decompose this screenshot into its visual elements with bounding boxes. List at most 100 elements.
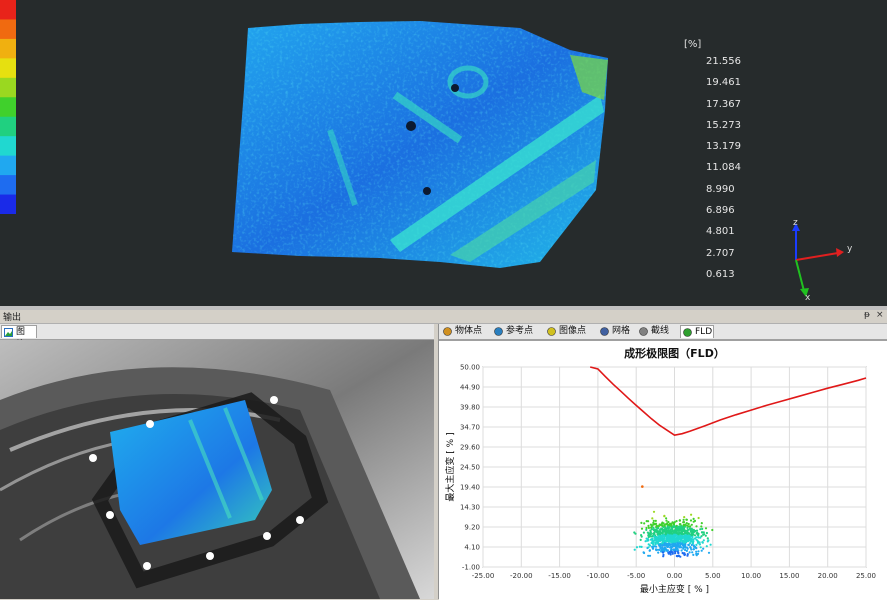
y-tick-label: 44.90 <box>460 384 480 392</box>
fld-chart: 成形极限图（FLD） -25.00 -20.00 -15.00 -10.00 -5.00 0… <box>439 340 887 600</box>
strain-point <box>666 530 669 533</box>
strain-point <box>647 526 650 529</box>
strain-point <box>670 548 673 551</box>
strain-point <box>695 536 698 539</box>
x-tick-label: 25.00 <box>856 572 876 580</box>
3d-viewport[interactable]: [%] 21.556 19.461 17.367 15.273 13.179 11.084… <box>0 0 887 306</box>
strain-point <box>705 545 708 548</box>
strain-point <box>643 551 646 555</box>
legend-value: 15.273 <box>706 119 741 131</box>
legend-swatch <box>0 58 16 79</box>
strain-point <box>699 546 702 549</box>
strain-point <box>687 543 690 546</box>
strain-point <box>679 536 682 539</box>
strain-point <box>670 528 673 531</box>
strain-point-outlier <box>641 485 644 488</box>
picture-panel: 图片 <box>0 324 434 599</box>
strain-point <box>669 553 672 556</box>
strain-point <box>682 546 685 549</box>
strain-point <box>699 536 702 539</box>
strain-point <box>647 520 650 523</box>
output-panel-title: 输出 <box>3 313 22 323</box>
strain-point <box>652 543 655 546</box>
y-tick-label: 24.50 <box>460 464 480 472</box>
y-tick-label: 50.00 <box>460 364 480 372</box>
chart-panel: 物体点 参考点 图像点 网格 截线 FLD 成形极限图（FLD） -25.00 -20.00 -… <box>438 324 887 600</box>
strain-point <box>679 534 683 537</box>
tab-reference-points[interactable]: 参考点 <box>492 325 544 338</box>
strain-point <box>665 519 668 522</box>
x-tick-label: -20.00 <box>510 572 533 580</box>
strain-point <box>664 547 667 550</box>
strain-point <box>654 523 657 526</box>
strain-point <box>682 518 685 521</box>
reference-points-icon <box>494 327 503 336</box>
strain-point <box>680 542 684 546</box>
strain-point <box>706 540 709 543</box>
chart-icon <box>683 328 692 337</box>
legend-swatch <box>0 136 16 157</box>
strain-point <box>682 541 686 544</box>
strain-point <box>642 531 645 534</box>
object-points-icon <box>443 327 452 336</box>
strain-point <box>634 532 637 535</box>
strain-point <box>695 550 698 553</box>
strain-point <box>673 525 676 528</box>
strain-point <box>686 526 689 529</box>
tab-section-line[interactable]: 截线 <box>637 325 679 338</box>
strain-point <box>692 553 695 556</box>
strain-point <box>652 547 655 550</box>
strain-point <box>686 524 689 527</box>
strain-point <box>690 513 693 516</box>
strain-point <box>682 552 685 555</box>
strain-point <box>711 528 714 532</box>
strain-point <box>682 521 686 524</box>
strain-point <box>674 540 677 543</box>
tab-picture[interactable]: 图片 <box>1 325 37 350</box>
strain-point <box>647 554 650 557</box>
strain-point <box>664 533 667 536</box>
strain-point <box>662 547 665 550</box>
strain-point <box>709 543 712 546</box>
legend-value: 8.990 <box>706 183 735 195</box>
strain-point <box>702 539 705 542</box>
strain-point <box>647 546 650 549</box>
strain-point <box>689 546 692 549</box>
strain-point <box>650 524 653 527</box>
grid-icon <box>600 327 609 336</box>
legend-value: 21.556 <box>706 56 741 67</box>
strain-point <box>684 544 687 548</box>
x-tick-label: -10.00 <box>587 572 610 580</box>
tab-label: FLD <box>695 327 713 337</box>
picture-tabstrip: 图片 <box>0 324 434 350</box>
strain-point <box>656 531 659 534</box>
tab-chart[interactable]: FLD <box>680 325 714 338</box>
strain-point <box>674 529 677 532</box>
legend-swatch <box>0 97 16 118</box>
tab-object-points[interactable]: 物体点 <box>441 325 491 338</box>
tab-grid[interactable]: 网格 <box>598 325 636 338</box>
tab-image-points[interactable]: 图像点 <box>545 325 597 338</box>
strain-point <box>665 539 668 543</box>
strain-point <box>695 529 699 532</box>
y-tick-label: -1.00 <box>462 564 480 572</box>
strain-point <box>680 539 683 542</box>
strain-point <box>679 523 682 526</box>
chart-tabstrip: 物体点 参考点 图像点 网格 截线 FLD <box>439 324 887 340</box>
strain-point <box>689 530 692 533</box>
strain-point <box>695 543 698 546</box>
strain-point <box>702 533 705 536</box>
strain-point <box>680 525 684 528</box>
y-axis-label: 最大主应变 [ % ] <box>444 432 456 501</box>
legend-swatch <box>0 194 16 214</box>
strain-point <box>654 541 657 544</box>
strain-point <box>660 534 663 537</box>
camera-photo <box>0 340 434 599</box>
strain-point <box>644 540 647 543</box>
legend-value: 4.801 <box>706 226 735 238</box>
pin-icon[interactable]: ᵽ <box>864 310 870 320</box>
strain-point <box>653 535 656 538</box>
legend-value: 0.613 <box>706 268 735 280</box>
strain-point <box>660 522 663 526</box>
close-icon[interactable]: × <box>876 310 884 320</box>
